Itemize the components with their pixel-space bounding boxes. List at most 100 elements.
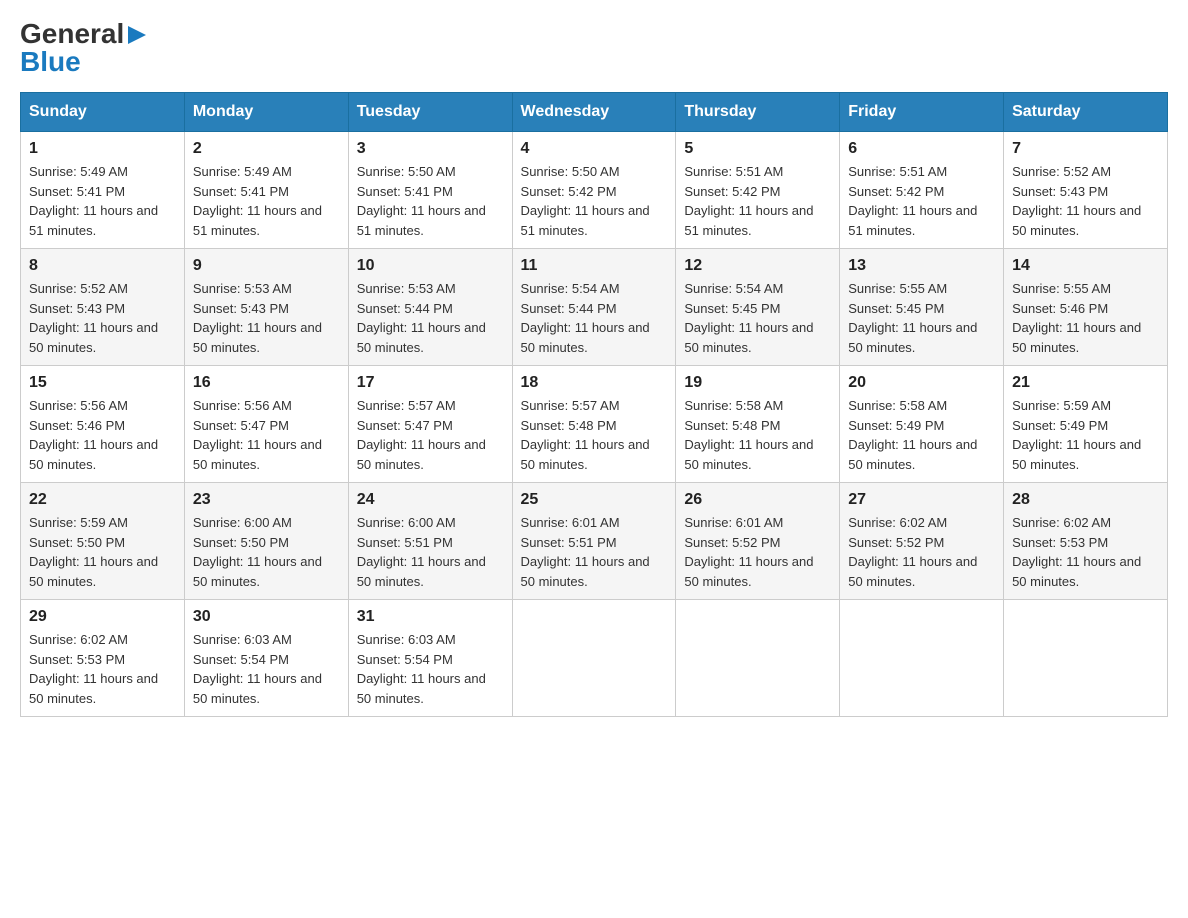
day-info: Sunrise: 6:03 AMSunset: 5:54 PMDaylight:…	[357, 630, 504, 708]
calendar-day-cell	[512, 600, 676, 717]
day-number: 14	[1012, 257, 1159, 275]
calendar-header-sunday: Sunday	[21, 93, 185, 132]
day-number: 19	[684, 374, 831, 392]
day-number: 2	[193, 140, 340, 158]
day-number: 5	[684, 140, 831, 158]
calendar-day-cell: 26Sunrise: 6:01 AMSunset: 5:52 PMDayligh…	[676, 483, 840, 600]
calendar-day-cell: 11 Sunrise: 5:54 AMSunset: 5:44 PMDayligh…	[512, 249, 676, 366]
calendar-week-row: 22 Sunrise: 5:59 AMSunset: 5:50 PMDayligh…	[21, 483, 1168, 600]
day-number: 3	[357, 140, 504, 158]
day-number: 9	[193, 257, 340, 275]
day-number: 11	[521, 257, 668, 275]
day-info: Sunrise: 6:00 AMSunset: 5:51 PMDaylight:…	[357, 513, 504, 591]
day-info: Sunrise: 5:52 AMSunset: 5:43 PMDaylight:…	[29, 279, 176, 357]
calendar-day-cell: 17Sunrise: 5:57 AMSunset: 5:47 PMDayligh…	[348, 366, 512, 483]
calendar-day-cell: 24Sunrise: 6:00 AMSunset: 5:51 PMDayligh…	[348, 483, 512, 600]
calendar-day-cell: 10 Sunrise: 5:53 AMSunset: 5:44 PMDayligh…	[348, 249, 512, 366]
day-number: 12	[684, 257, 831, 275]
calendar-day-cell: 8 Sunrise: 5:52 AMSunset: 5:43 PMDaylight…	[21, 249, 185, 366]
day-number: 16	[193, 374, 340, 392]
calendar-day-cell: 2Sunrise: 5:49 AMSunset: 5:41 PMDaylight…	[184, 132, 348, 249]
day-info: Sunrise: 5:51 AMSunset: 5:42 PMDaylight:…	[848, 162, 995, 240]
day-number: 22	[29, 491, 176, 509]
day-number: 28	[1012, 491, 1159, 509]
calendar-day-cell: 7 Sunrise: 5:52 AMSunset: 5:43 PMDaylight…	[1004, 132, 1168, 249]
day-info: Sunrise: 6:01 AMSunset: 5:52 PMDaylight:…	[684, 513, 831, 591]
calendar-day-cell: 22 Sunrise: 5:59 AMSunset: 5:50 PMDayligh…	[21, 483, 185, 600]
day-number: 29	[29, 608, 176, 626]
calendar-day-cell: 31Sunrise: 6:03 AMSunset: 5:54 PMDayligh…	[348, 600, 512, 717]
logo: General Blue	[20, 20, 148, 76]
day-number: 17	[357, 374, 504, 392]
calendar-header-tuesday: Tuesday	[348, 93, 512, 132]
calendar-day-cell	[1004, 600, 1168, 717]
day-number: 18	[521, 374, 668, 392]
day-info: Sunrise: 6:00 AMSunset: 5:50 PMDaylight:…	[193, 513, 340, 591]
calendar-day-cell: 21 Sunrise: 5:59 AMSunset: 5:49 PMDayligh…	[1004, 366, 1168, 483]
logo-blue-text: Blue	[20, 48, 81, 76]
day-number: 15	[29, 374, 176, 392]
day-info: Sunrise: 5:55 AMSunset: 5:45 PMDaylight:…	[848, 279, 995, 357]
calendar-day-cell: 27 Sunrise: 6:02 AMSunset: 5:52 PMDayligh…	[840, 483, 1004, 600]
calendar-day-cell: 23Sunrise: 6:00 AMSunset: 5:50 PMDayligh…	[184, 483, 348, 600]
day-info: Sunrise: 6:01 AMSunset: 5:51 PMDaylight:…	[521, 513, 668, 591]
calendar-day-cell: 25 Sunrise: 6:01 AMSunset: 5:51 PMDayligh…	[512, 483, 676, 600]
calendar-day-cell: 30 Sunrise: 6:03 AMSunset: 5:54 PMDayligh…	[184, 600, 348, 717]
calendar-day-cell: 1 Sunrise: 5:49 AMSunset: 5:41 PMDaylight…	[21, 132, 185, 249]
day-info: Sunrise: 5:53 AMSunset: 5:43 PMDaylight:…	[193, 279, 340, 357]
day-info: Sunrise: 5:53 AMSunset: 5:44 PMDaylight:…	[357, 279, 504, 357]
day-info: Sunrise: 6:02 AMSunset: 5:53 PMDaylight:…	[1012, 513, 1159, 591]
day-number: 21	[1012, 374, 1159, 392]
day-info: Sunrise: 5:51 AMSunset: 5:42 PMDaylight:…	[684, 162, 831, 240]
calendar-week-row: 1 Sunrise: 5:49 AMSunset: 5:41 PMDaylight…	[21, 132, 1168, 249]
calendar-day-cell: 9 Sunrise: 5:53 AMSunset: 5:43 PMDaylight…	[184, 249, 348, 366]
calendar-day-cell	[676, 600, 840, 717]
calendar-day-cell: 28 Sunrise: 6:02 AMSunset: 5:53 PMDayligh…	[1004, 483, 1168, 600]
day-info: Sunrise: 5:56 AMSunset: 5:47 PMDaylight:…	[193, 396, 340, 474]
calendar-day-cell: 15 Sunrise: 5:56 AMSunset: 5:46 PMDayligh…	[21, 366, 185, 483]
calendar-day-cell: 6 Sunrise: 5:51 AMSunset: 5:42 PMDaylight…	[840, 132, 1004, 249]
calendar-header-friday: Friday	[840, 93, 1004, 132]
day-info: Sunrise: 6:02 AMSunset: 5:52 PMDaylight:…	[848, 513, 995, 591]
calendar-day-cell: 4 Sunrise: 5:50 AMSunset: 5:42 PMDaylight…	[512, 132, 676, 249]
day-number: 1	[29, 140, 176, 158]
calendar-day-cell: 20 Sunrise: 5:58 AMSunset: 5:49 PMDayligh…	[840, 366, 1004, 483]
day-info: Sunrise: 5:49 AMSunset: 5:41 PMDaylight:…	[29, 162, 176, 240]
day-info: Sunrise: 5:52 AMSunset: 5:43 PMDaylight:…	[1012, 162, 1159, 240]
day-number: 10	[357, 257, 504, 275]
page-header: General Blue	[20, 20, 1168, 76]
day-number: 6	[848, 140, 995, 158]
day-number: 20	[848, 374, 995, 392]
day-info: Sunrise: 5:59 AMSunset: 5:50 PMDaylight:…	[29, 513, 176, 591]
day-number: 27	[848, 491, 995, 509]
calendar-day-cell: 13Sunrise: 5:55 AMSunset: 5:45 PMDayligh…	[840, 249, 1004, 366]
calendar-week-row: 29Sunrise: 6:02 AMSunset: 5:53 PMDayligh…	[21, 600, 1168, 717]
day-info: Sunrise: 5:58 AMSunset: 5:48 PMDaylight:…	[684, 396, 831, 474]
calendar-day-cell: 3Sunrise: 5:50 AMSunset: 5:41 PMDaylight…	[348, 132, 512, 249]
day-info: Sunrise: 5:59 AMSunset: 5:49 PMDaylight:…	[1012, 396, 1159, 474]
day-number: 30	[193, 608, 340, 626]
day-number: 8	[29, 257, 176, 275]
calendar-header-saturday: Saturday	[1004, 93, 1168, 132]
day-number: 25	[521, 491, 668, 509]
day-info: Sunrise: 5:54 AMSunset: 5:44 PMDaylight:…	[521, 279, 668, 357]
calendar-week-row: 8 Sunrise: 5:52 AMSunset: 5:43 PMDaylight…	[21, 249, 1168, 366]
calendar-week-row: 15 Sunrise: 5:56 AMSunset: 5:46 PMDayligh…	[21, 366, 1168, 483]
calendar-header-thursday: Thursday	[676, 93, 840, 132]
calendar-header-monday: Monday	[184, 93, 348, 132]
logo-general-text: General	[20, 20, 124, 48]
calendar-day-cell: 14 Sunrise: 5:55 AMSunset: 5:46 PMDayligh…	[1004, 249, 1168, 366]
day-info: Sunrise: 5:50 AMSunset: 5:42 PMDaylight:…	[521, 162, 668, 240]
day-info: Sunrise: 6:03 AMSunset: 5:54 PMDaylight:…	[193, 630, 340, 708]
day-number: 7	[1012, 140, 1159, 158]
calendar-day-cell: 18Sunrise: 5:57 AMSunset: 5:48 PMDayligh…	[512, 366, 676, 483]
day-info: Sunrise: 5:55 AMSunset: 5:46 PMDaylight:…	[1012, 279, 1159, 357]
day-info: Sunrise: 5:58 AMSunset: 5:49 PMDaylight:…	[848, 396, 995, 474]
day-info: Sunrise: 5:54 AMSunset: 5:45 PMDaylight:…	[684, 279, 831, 357]
day-info: Sunrise: 5:56 AMSunset: 5:46 PMDaylight:…	[29, 396, 176, 474]
calendar-day-cell: 12 Sunrise: 5:54 AMSunset: 5:45 PMDayligh…	[676, 249, 840, 366]
calendar-day-cell	[840, 600, 1004, 717]
calendar-day-cell: 19 Sunrise: 5:58 AMSunset: 5:48 PMDayligh…	[676, 366, 840, 483]
day-number: 4	[521, 140, 668, 158]
calendar-day-cell: 29Sunrise: 6:02 AMSunset: 5:53 PMDayligh…	[21, 600, 185, 717]
